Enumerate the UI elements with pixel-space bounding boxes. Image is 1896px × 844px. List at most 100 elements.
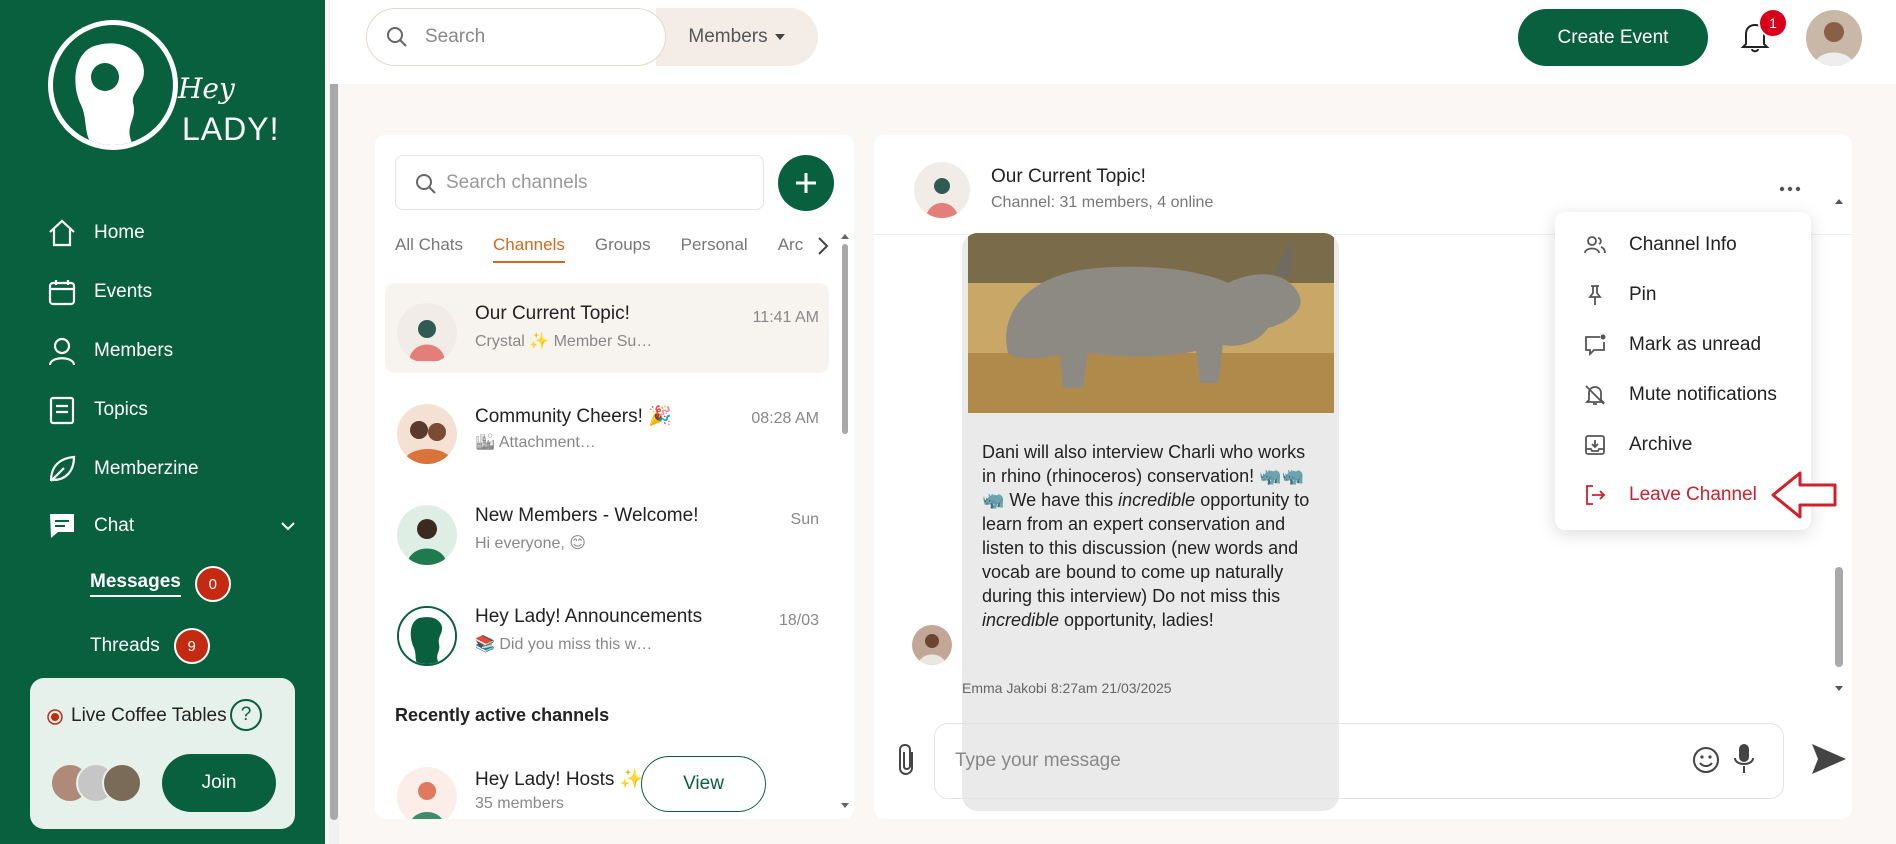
- nav-members-label: Members: [94, 340, 174, 361]
- create-event-button[interactable]: Create Event: [1518, 9, 1708, 66]
- nav-chat[interactable]: Chat: [46, 506, 296, 546]
- channel-name: Hey Lady! Hosts ✨: [475, 769, 644, 790]
- help-icon[interactable]: ?: [230, 699, 262, 731]
- members-dropdown[interactable]: Members: [656, 8, 818, 66]
- tab-groups[interactable]: Groups: [595, 235, 651, 275]
- author-avatar[interactable]: [912, 625, 952, 665]
- message-image[interactable]: [968, 233, 1334, 413]
- nav-events[interactable]: Events: [46, 272, 152, 312]
- menu-pin-label: Pin: [1629, 284, 1657, 305]
- threads-label: Threads: [90, 635, 160, 656]
- menu-mute-notifications[interactable]: Mute notifications: [1583, 375, 1777, 415]
- people-icon: [1584, 236, 1606, 254]
- view-channel-button[interactable]: View: [641, 756, 766, 812]
- page-scrollbar-thumb[interactable]: [330, 12, 338, 820]
- message-text-emphasis: incredible: [982, 610, 1060, 630]
- more-options-icon[interactable]: [1778, 185, 1802, 193]
- members-dropdown-label: Members: [688, 26, 768, 47]
- scroll-up-icon[interactable]: [1834, 197, 1844, 205]
- menu-archive[interactable]: Archive: [1583, 425, 1692, 465]
- logo-text-hey: Hey: [178, 72, 235, 105]
- message-dot-icon: [1585, 334, 1606, 357]
- channel-list-scrollbar-thumb[interactable]: [842, 244, 848, 434]
- sidebar-threads[interactable]: Threads 9: [90, 628, 210, 664]
- recent-channel-row[interactable]: Hey Lady! Hosts ✨ 35 members View: [385, 749, 829, 819]
- logo[interactable]: [48, 20, 178, 150]
- plus-icon: [796, 173, 816, 193]
- message-meta: Emma Jakobi 8:27am 21/03/2025: [962, 680, 1172, 696]
- channels-panel: Search channels All Chats Channels Group…: [375, 135, 854, 819]
- attendee-avatars: [50, 763, 150, 803]
- channel-time: 18/03: [778, 612, 819, 629]
- channel-row[interactable]: Our Current Topic! Crystal ✨ Member Su… …: [385, 283, 829, 373]
- join-button[interactable]: Join: [162, 754, 276, 812]
- notifications-button[interactable]: 1: [1740, 8, 1788, 54]
- menu-leave-channel[interactable]: Leave Channel: [1583, 475, 1757, 515]
- tab-archive[interactable]: Arc: [778, 235, 804, 275]
- message-date: 21/03/2025: [1101, 680, 1172, 696]
- message-text: Dani will also interview Charli who work…: [982, 440, 1322, 632]
- search-input[interactable]: Search: [366, 8, 666, 66]
- channel-name: Our Current Topic!: [475, 303, 630, 324]
- menu-pin[interactable]: Pin: [1583, 275, 1656, 315]
- message-text-part3: oppor­tunity, ladies!: [1059, 610, 1214, 630]
- nav-members[interactable]: Members: [46, 331, 173, 371]
- channel-name: Hey Lady! Announcements: [475, 606, 703, 627]
- send-icon[interactable]: [1810, 742, 1848, 776]
- chat-subtitle: Channel: 31 members, 4 online: [991, 194, 1214, 211]
- tab-all-chats[interactable]: All Chats: [395, 235, 463, 275]
- channel-row[interactable]: Hey Lady! Announcements 📚 Did you miss t…: [385, 586, 829, 676]
- message-input[interactable]: Type your message: [934, 723, 1784, 799]
- microphone-icon[interactable]: [1732, 742, 1756, 776]
- chevron-right-icon[interactable]: [815, 236, 831, 256]
- scroll-down-icon[interactable]: [1834, 685, 1844, 693]
- notification-badge: 1: [1758, 8, 1788, 38]
- home-icon: [49, 219, 75, 247]
- nav-memberzine[interactable]: Memberzine: [46, 449, 199, 489]
- scroll-down-icon[interactable]: [840, 802, 850, 810]
- person-icon: [48, 337, 76, 366]
- menu-channel-info[interactable]: Channel Info: [1583, 225, 1737, 265]
- chat-scrollbar[interactable]: [1834, 197, 1844, 667]
- live-coffee-card: Live Coffee Tables ? Join: [30, 678, 295, 829]
- channel-time: Sun: [790, 511, 819, 528]
- menu-mark-unread[interactable]: Mark as unread: [1583, 325, 1761, 365]
- menu-mute-label: Mute notifications: [1629, 384, 1777, 405]
- sidebar-messages[interactable]: Messages 0: [90, 566, 231, 602]
- chat-icon: [50, 514, 74, 538]
- channel-preview: Crystal ✨ Member Su…: [475, 333, 653, 350]
- channel-row[interactable]: New Members - Welcome! Hi everyone, 😊 Su…: [385, 485, 829, 575]
- channel-row[interactable]: Community Cheers! 🎉 🏙 Attachment… 08:28 …: [385, 384, 829, 474]
- menu-leave-channel-label: Leave Channel: [1629, 484, 1757, 505]
- pin-icon: [1588, 285, 1602, 305]
- nav-home[interactable]: Home: [46, 213, 145, 253]
- scroll-up-icon[interactable]: [840, 232, 850, 240]
- add-channel-button[interactable]: [778, 155, 834, 211]
- menu-archive-label: Archive: [1629, 434, 1693, 455]
- nav-topics[interactable]: Topics: [46, 390, 148, 430]
- avatar: [102, 763, 142, 803]
- recent-channels-heading: Recently active channels: [395, 705, 610, 725]
- top-bar: Members Search Create Event 1: [330, 0, 1896, 84]
- channel-preview: 🏙 Attachment…: [475, 434, 596, 451]
- user-avatar[interactable]: [1806, 10, 1862, 66]
- channel-avatar: [914, 162, 970, 218]
- channel-list-scrollbar[interactable]: [840, 232, 850, 812]
- chat-scrollbar-thumb[interactable]: [1835, 567, 1843, 667]
- tab-personal[interactable]: Personal: [681, 235, 748, 275]
- tab-channels[interactable]: Channels: [493, 235, 565, 263]
- sidebar: Hey LADY! Home Events Members Topics Mem…: [0, 0, 325, 844]
- chevron-down-icon[interactable]: [280, 518, 296, 534]
- archive-icon: [1585, 435, 1605, 455]
- emoji-icon[interactable]: [1691, 745, 1721, 775]
- menu-mark-unread-label: Mark as unread: [1629, 334, 1762, 355]
- nav-events-label: Events: [94, 281, 153, 302]
- menu-channel-info-label: Channel Info: [1629, 234, 1737, 255]
- channel-search-input[interactable]: Search channels: [395, 155, 764, 210]
- attachment-icon[interactable]: [896, 742, 918, 776]
- page-scrollbar[interactable]: [329, 0, 339, 844]
- leaf-icon: [49, 455, 76, 482]
- search-icon: [387, 27, 407, 47]
- chat-title: Our Current Topic!: [991, 166, 1146, 187]
- channel-avatar: [397, 404, 457, 464]
